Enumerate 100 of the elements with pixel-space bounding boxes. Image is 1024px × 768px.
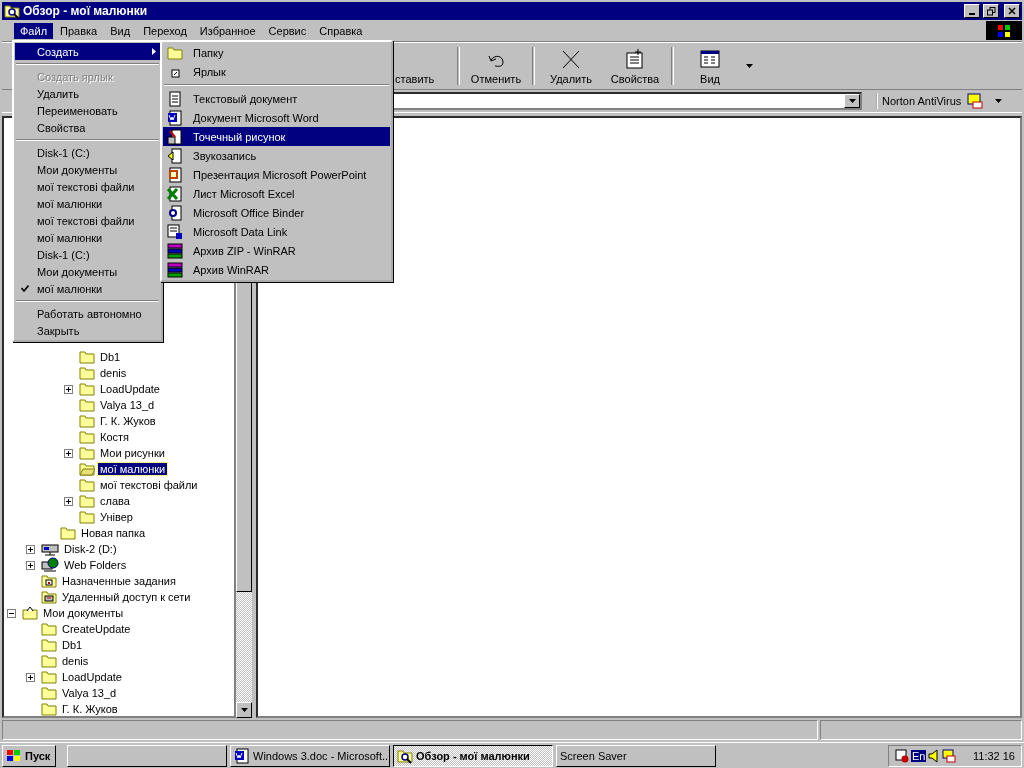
speaker-icon[interactable]: [928, 748, 941, 763]
close-button[interactable]: [1004, 4, 1020, 18]
tree-item[interactable]: Valya 13_d: [60, 687, 119, 699]
paint-document-icon: [167, 128, 183, 145]
dropdown-button[interactable]: [844, 94, 860, 108]
text-document-icon: [167, 90, 183, 107]
expand-box[interactable]: [26, 560, 35, 570]
menu-item[interactable]: Файл: [14, 22, 54, 39]
menu-item[interactable]: Переход: [137, 22, 193, 39]
tree-item[interactable]: CreateUpdate: [60, 623, 133, 635]
tree-item[interactable]: denis: [98, 367, 129, 379]
monitor-icon[interactable]: [942, 748, 957, 763]
menu-item[interactable]: мої малюнки: [15, 195, 160, 212]
tree-item[interactable]: Г. К. Жуков: [98, 415, 158, 427]
scheduler-icon[interactable]: [895, 748, 909, 763]
tree-item[interactable]: denis: [60, 655, 91, 667]
tree-item[interactable]: Костя: [98, 431, 132, 443]
monitor-icon[interactable]: [967, 93, 984, 109]
folder-icon: [79, 446, 95, 460]
word-document-icon: [167, 109, 183, 126]
sound-document-icon: [167, 147, 183, 164]
tree-item[interactable]: LoadUpdate: [98, 383, 162, 395]
menu-item[interactable]: Папку: [163, 43, 390, 62]
dropdown-arrow-icon[interactable]: [746, 64, 753, 68]
menu-item[interactable]: Работать автономно: [15, 305, 160, 322]
tree-item[interactable]: Web Folders: [62, 559, 129, 571]
menu-item[interactable]: Архив ZIP - WinRAR: [163, 241, 390, 260]
scroll-down-button[interactable]: [236, 702, 252, 718]
menu-item[interactable]: Закрыть: [15, 322, 160, 339]
tree-item[interactable]: слава: [98, 495, 132, 507]
menu-item[interactable]: Мои документы: [15, 161, 160, 178]
menu-item[interactable]: Избранное: [193, 22, 262, 39]
menu-item[interactable]: Точечный рисунок: [163, 127, 390, 146]
toolbar-button[interactable]: ставить: [395, 45, 453, 87]
minimize-button[interactable]: [964, 4, 980, 18]
menu-item[interactable]: Создать: [15, 43, 160, 60]
menu-item[interactable]: Удалить: [15, 85, 160, 102]
taskbar-button[interactable]: Windows 3.doc - Microsoft...: [230, 744, 390, 767]
menu-item[interactable]: Вид: [104, 22, 137, 39]
menu-item[interactable]: Лист Microsoft Excel: [163, 184, 390, 203]
tree-item[interactable]: Назначенные задания: [60, 575, 178, 587]
menu-item[interactable]: Справка: [313, 22, 369, 39]
expand-box[interactable]: [26, 672, 35, 682]
menu-item[interactable]: мої малюнки: [15, 280, 160, 297]
toolbar-button[interactable]: Свойства: [603, 45, 667, 87]
menu-item[interactable]: Disk-1 (C:): [15, 144, 160, 161]
expand-box[interactable]: [64, 496, 73, 506]
tree-item[interactable]: Г. К. Жуков: [60, 703, 120, 715]
menu-item[interactable]: Мои документы: [15, 263, 160, 280]
toolbar-button[interactable]: Удалить: [539, 45, 603, 87]
menu-item[interactable]: мої малюнки: [15, 229, 160, 246]
menu-item[interactable]: Звукозапись: [163, 146, 390, 165]
toolbar-button[interactable]: Вид: [678, 45, 742, 87]
collapse-box[interactable]: [7, 608, 16, 618]
menu-item[interactable]: Правка: [54, 22, 104, 39]
taskbar-button[interactable]: Обзор - мої малюнки: [393, 744, 553, 767]
menu-item[interactable]: Документ Microsoft Word: [163, 108, 390, 127]
tree-item[interactable]: Універ: [98, 511, 135, 523]
folder-icon: [41, 638, 57, 652]
tree-item[interactable]: мої малюнки: [98, 463, 168, 475]
tree-item[interactable]: Мои документы: [41, 607, 126, 619]
toolbar-button[interactable]: Отменить: [464, 45, 528, 87]
restore-button[interactable]: [983, 4, 999, 18]
menu-item[interactable]: Архив WinRAR: [163, 260, 390, 279]
clock: 11:32 16: [973, 749, 1015, 762]
taskbar-button[interactable]: Screen Saver: [556, 744, 716, 767]
language-indicator[interactable]: En: [911, 749, 927, 762]
menu-item[interactable]: мої текстові файли: [15, 178, 160, 195]
expand-box[interactable]: [64, 448, 73, 458]
tree-item[interactable]: Новая папка: [79, 527, 148, 539]
menu-item[interactable]: Disk-1 (C:): [15, 246, 160, 263]
menu-item[interactable]: Ярлык: [163, 62, 390, 81]
dropdown-arrow-icon[interactable]: [995, 99, 1003, 103]
menu-item[interactable]: Текстовый документ: [163, 89, 390, 108]
tree-item[interactable]: Db1: [60, 639, 85, 651]
start-button[interactable]: Пуск: [2, 744, 56, 767]
tree-item[interactable]: Disk-2 (D:): [62, 543, 119, 555]
tree-item[interactable]: Удаленный доступ к сети: [60, 591, 193, 603]
empty-taskbar-button[interactable]: [67, 744, 227, 767]
tree-item[interactable]: мої текстові файли: [98, 479, 200, 491]
folder-icon: [41, 702, 57, 716]
menu-item[interactable]: Презентация Microsoft PowerPoint: [163, 165, 390, 184]
folder-icon: [79, 478, 95, 492]
expand-box[interactable]: [26, 544, 35, 554]
restore-icon: [986, 6, 996, 16]
menu-item[interactable]: Переименовать: [15, 102, 160, 119]
menu-item[interactable]: мої текстові файли: [15, 212, 160, 229]
tree-item[interactable]: LoadUpdate: [60, 671, 124, 683]
menu-item[interactable]: Сервис: [262, 22, 313, 39]
submenu-arrow-icon: [152, 48, 156, 55]
windows-logo: [986, 21, 1022, 40]
tree-item[interactable]: Valya 13_d: [98, 399, 157, 411]
links-item[interactable]: Norton AntiVirus: [882, 95, 962, 107]
menu-item[interactable]: Microsoft Data Link: [163, 222, 390, 241]
tree-item[interactable]: Db1: [98, 351, 123, 363]
menu-item[interactable]: Свойства: [15, 119, 160, 136]
tree-item[interactable]: Мои рисунки: [98, 447, 167, 459]
folder-icon: [41, 654, 57, 668]
expand-box[interactable]: [64, 384, 73, 394]
menu-item[interactable]: Microsoft Office Binder: [163, 203, 390, 222]
